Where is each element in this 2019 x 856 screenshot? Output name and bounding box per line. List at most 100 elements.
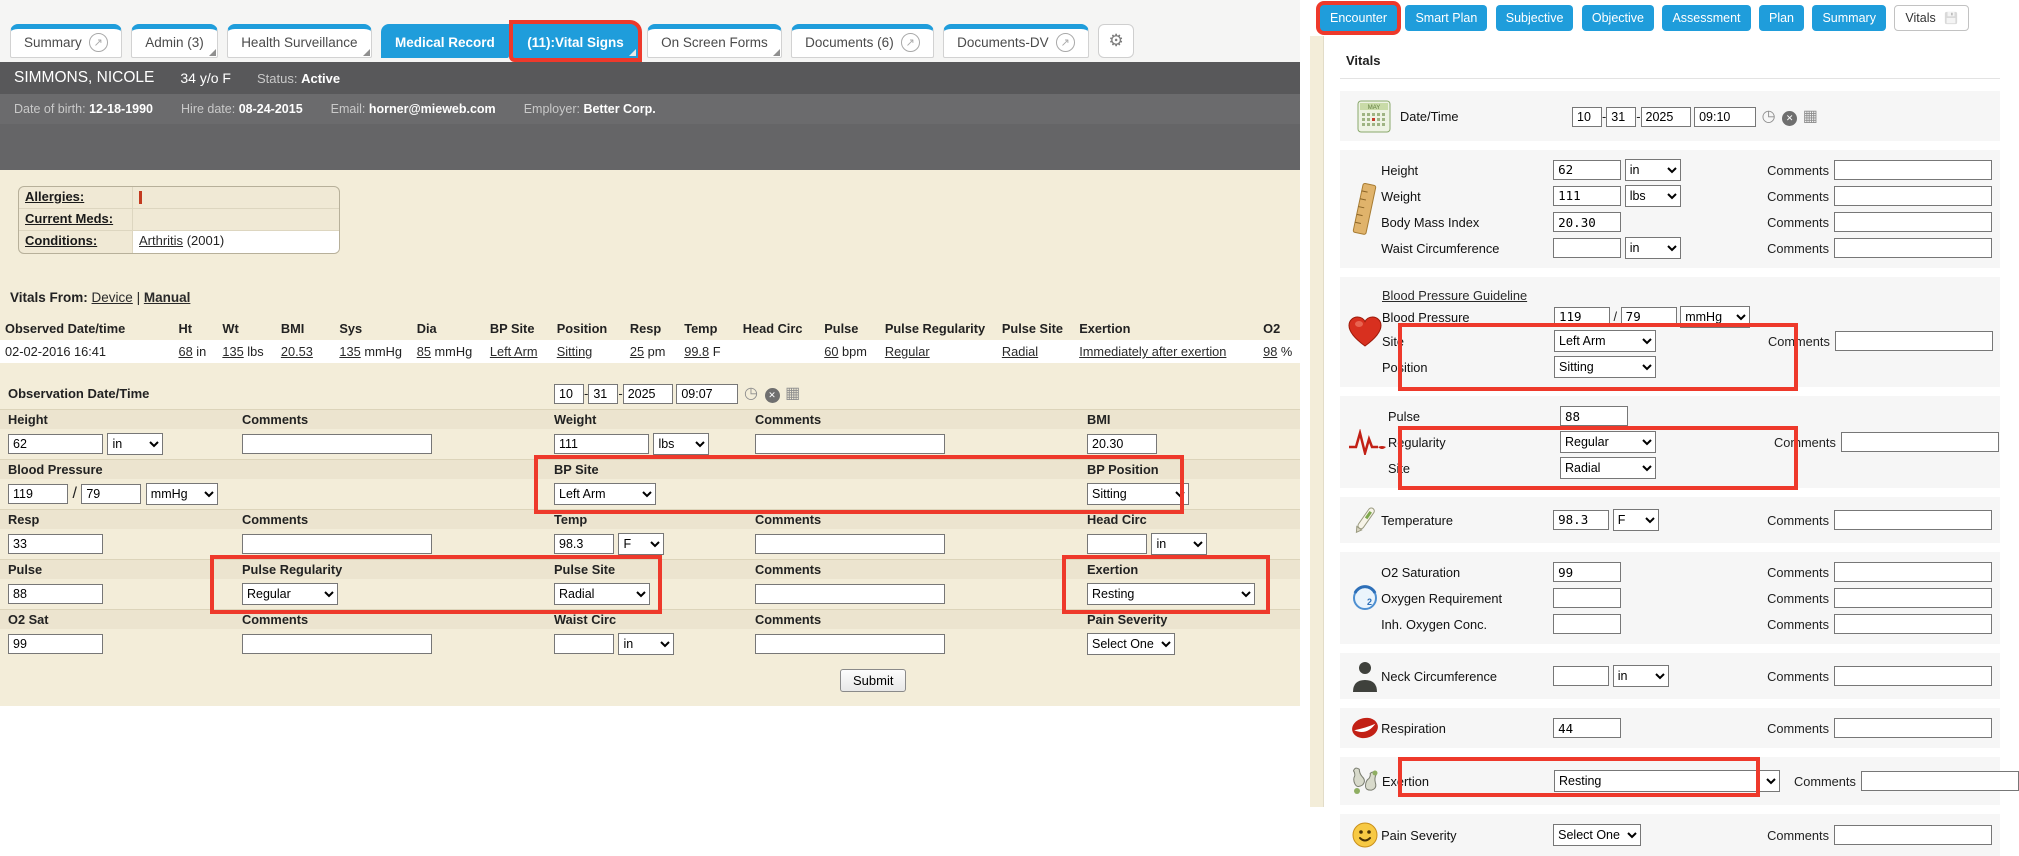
rp-weight-input[interactable]	[1553, 186, 1621, 206]
tab-admin[interactable]: Admin (3)	[131, 24, 218, 58]
weight-comments-input[interactable]	[755, 434, 945, 454]
weight-input[interactable]	[554, 434, 649, 454]
pain-severity-select[interactable]: Select One	[1087, 633, 1175, 655]
submit-button[interactable]: Submit	[840, 669, 906, 692]
waist-circ-input[interactable]	[554, 634, 614, 654]
rp-neck-unit-select[interactable]: in	[1613, 665, 1669, 687]
weight-unit-select[interactable]: lbs	[653, 433, 709, 455]
rp-height-comments[interactable]	[1834, 160, 1992, 180]
pulse-site-select[interactable]: Radial	[554, 583, 650, 605]
rp-o2-sat-comments[interactable]	[1834, 562, 1992, 582]
rp-pulse-site-select[interactable]: Radial	[1560, 457, 1656, 479]
tab-documents-dv[interactable]: Documents-DV ↗	[943, 24, 1089, 58]
vitals-from-device-link[interactable]: Device	[92, 290, 133, 305]
rp-bp-systolic-input[interactable]	[1554, 307, 1610, 327]
bp-systolic-input[interactable]	[8, 484, 68, 504]
rp-temp-input[interactable]	[1553, 510, 1609, 530]
rp-bmi-comments[interactable]	[1834, 212, 1992, 232]
tab-summary-right[interactable]: Summary	[1812, 5, 1885, 31]
tab-medical-record[interactable]: Medical Record	[381, 24, 509, 58]
tab-health-surveillance[interactable]: Health Surveillance	[227, 24, 371, 58]
head-circ-unit-select[interactable]: in	[1151, 533, 1207, 555]
obs-time-input[interactable]	[676, 384, 738, 404]
rp-time-input[interactable]	[1694, 107, 1756, 127]
head-circ-input[interactable]	[1087, 534, 1147, 554]
rp-pain-comments[interactable]	[1834, 825, 1992, 845]
waist-comments-input[interactable]	[755, 634, 945, 654]
rp-year-input[interactable]	[1641, 107, 1691, 127]
rp-o2-req-input[interactable]	[1553, 588, 1621, 608]
height-input[interactable]	[8, 434, 103, 454]
rp-respiration-input[interactable]	[1553, 718, 1621, 738]
conditions-link[interactable]: Conditions:	[25, 233, 97, 248]
rp-bp-position-select[interactable]: Sitting	[1554, 356, 1656, 378]
rp-o2-conc-comments[interactable]	[1834, 614, 1992, 634]
open-in-new-icon[interactable]: ↗	[1056, 33, 1075, 52]
rp-bp-unit-select[interactable]: mmHg	[1680, 306, 1750, 328]
rp-month-input[interactable]	[1572, 107, 1602, 127]
bp-diastolic-input[interactable]	[81, 484, 141, 504]
rp-pulse-regularity-select[interactable]: Regular	[1560, 431, 1656, 453]
rp-respiration-comments[interactable]	[1834, 718, 1992, 738]
resp-input[interactable]	[8, 534, 103, 554]
clock-icon[interactable]: ◷	[744, 385, 758, 402]
rp-pain-severity-select[interactable]: Select One	[1553, 824, 1641, 846]
clock-icon[interactable]: ◷	[1762, 108, 1776, 125]
tab-encounter[interactable]: Encounter	[1320, 5, 1397, 31]
tab-documents[interactable]: Documents (6) ↗	[791, 24, 934, 58]
tab-vitals-active[interactable]: Vitals	[1894, 5, 1968, 31]
tab-smart-plan[interactable]: Smart Plan	[1405, 5, 1487, 31]
pulse-input[interactable]	[8, 584, 103, 604]
bp-site-select[interactable]: Left Arm	[554, 483, 656, 505]
condition-arthritis-link[interactable]: Arthritis	[139, 233, 183, 248]
rp-height-input[interactable]	[1553, 160, 1621, 180]
current-meds-link[interactable]: Current Meds:	[25, 211, 113, 226]
obs-year-input[interactable]	[623, 384, 673, 404]
rp-bp-comments[interactable]	[1835, 331, 1993, 351]
open-in-new-icon[interactable]: ↗	[901, 33, 920, 52]
rp-neck-input[interactable]	[1553, 666, 1609, 686]
calendar-picker-icon[interactable]: ▦	[785, 385, 800, 402]
tab-assessment[interactable]: Assessment	[1662, 5, 1750, 31]
tab-vital-signs[interactable]: (11):Vital Signs	[513, 24, 638, 58]
allergies-link[interactable]: Allergies:	[25, 189, 84, 204]
obs-day-input[interactable]	[588, 384, 618, 404]
rp-exertion-comments[interactable]	[1861, 771, 2019, 791]
obs-month-input[interactable]	[554, 384, 584, 404]
rp-bp-diastolic-input[interactable]	[1621, 307, 1677, 327]
rp-temp-unit-select[interactable]: F	[1613, 509, 1659, 531]
rp-weight-comments[interactable]	[1834, 186, 1992, 206]
temp-comments-input[interactable]	[755, 534, 945, 554]
exertion-select[interactable]: Resting	[1087, 583, 1255, 605]
rp-exertion-select[interactable]: Resting	[1554, 770, 1780, 792]
rp-o2-req-comments[interactable]	[1834, 588, 1992, 608]
temp-input[interactable]	[554, 534, 614, 554]
vitals-from-manual-link[interactable]: Manual	[144, 290, 191, 305]
rp-pulse-comments[interactable]	[1841, 432, 1999, 452]
bp-unit-select[interactable]: mmHg	[146, 483, 218, 505]
rp-o2-conc-input[interactable]	[1553, 614, 1621, 634]
temp-unit-select[interactable]: F	[618, 533, 664, 555]
calendar-picker-icon[interactable]: ▦	[1803, 108, 1818, 125]
clear-date-icon[interactable]: ✕	[1782, 111, 1797, 126]
rp-waist-comments[interactable]	[1834, 238, 1992, 258]
tab-subjective[interactable]: Subjective	[1496, 5, 1574, 31]
tab-plan[interactable]: Plan	[1759, 5, 1804, 31]
rp-bp-site-select[interactable]: Left Arm	[1554, 330, 1656, 352]
o2-comments-input[interactable]	[242, 634, 432, 654]
pulse-comments-input[interactable]	[755, 584, 945, 604]
rp-pulse-input[interactable]	[1560, 406, 1628, 426]
gear-icon[interactable]: ⚙	[1098, 24, 1134, 58]
rp-weight-unit-select[interactable]: lbs	[1625, 185, 1681, 207]
resp-comments-input[interactable]	[242, 534, 432, 554]
rp-temp-comments[interactable]	[1834, 510, 1992, 530]
rp-neck-comments[interactable]	[1834, 666, 1992, 686]
rp-height-unit-select[interactable]: in	[1625, 159, 1681, 181]
bp-position-select[interactable]: Sitting	[1087, 483, 1189, 505]
height-unit-select[interactable]: in	[107, 433, 163, 455]
waist-unit-select[interactable]: in	[618, 633, 674, 655]
rp-waist-unit-select[interactable]: in	[1625, 237, 1681, 259]
tab-objective[interactable]: Objective	[1582, 5, 1654, 31]
tab-on-screen-forms[interactable]: On Screen Forms	[647, 24, 782, 58]
height-comments-input[interactable]	[242, 434, 432, 454]
